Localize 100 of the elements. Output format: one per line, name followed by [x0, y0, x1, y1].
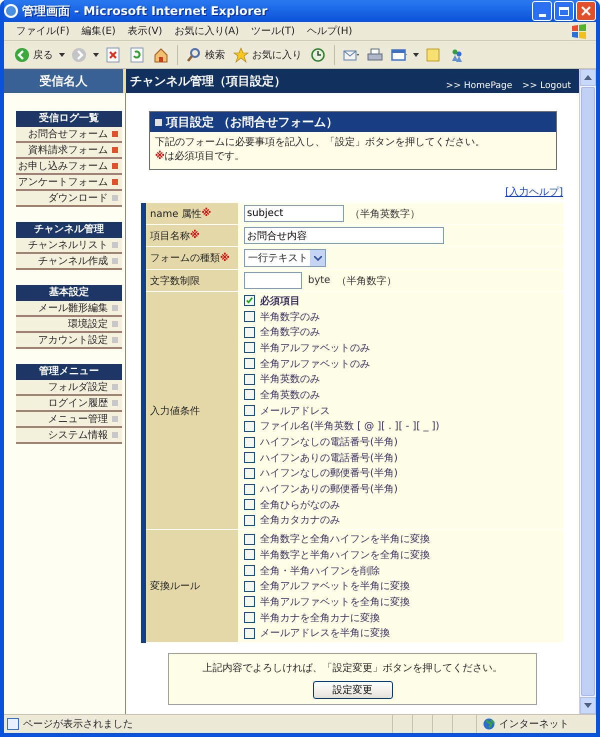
sidebar-item[interactable]: アンケートフォーム [16, 175, 122, 191]
checkbox[interactable] [244, 436, 255, 448]
menu-item[interactable]: 編集(E) [82, 24, 116, 38]
sidebar-item[interactable]: メニュー管理 [16, 412, 122, 428]
checkbox[interactable] [244, 452, 255, 464]
back-icon [14, 46, 30, 62]
search-button[interactable]: 検索 [184, 46, 227, 64]
caret-icon[interactable] [413, 52, 419, 56]
checkbox[interactable] [244, 358, 255, 370]
option-label: メールアドレス [260, 404, 330, 418]
sidebar-item[interactable]: 資料請求フォーム [16, 143, 122, 159]
menu-item[interactable]: 表示(V) [128, 24, 162, 38]
field-label: 変換ルール [146, 530, 238, 642]
page-icon [7, 718, 19, 730]
footer-message: 上記内容でよろしければ、「設定変更」ボタンを押してください。 [202, 662, 502, 676]
page-title: チャンネル管理（項目設定） [130, 72, 286, 90]
forward-icon [71, 46, 87, 62]
checkbox[interactable] [244, 468, 255, 479]
option-label: 全角アルファベットのみ [260, 358, 370, 371]
checkbox[interactable] [244, 374, 255, 385]
field-label: name 属性※ [146, 203, 238, 224]
sidebar-item[interactable]: ログイン履歴 [16, 396, 122, 412]
zone-label: インターネット [499, 718, 569, 731]
option-label: ハイフンなしの郵便番号(半角) [260, 466, 398, 480]
edit-icon [391, 46, 407, 62]
sidebar-item[interactable]: フォルダ設定 [16, 380, 122, 396]
checkbox[interactable] [244, 514, 255, 526]
site-name: 受信名人 [4, 69, 126, 93]
sidebar-item[interactable]: お問合せフォーム [16, 127, 122, 143]
option-label: ファイル名(半角英数 [ @ ][ . ][ - ][ _ ]) [260, 420, 440, 434]
printer-button[interactable] [365, 46, 385, 64]
option-label: 半角アルファベットを全角に変換 [260, 596, 410, 609]
form-type-dropdown[interactable]: 一行テキスト [244, 249, 326, 267]
checkbox[interactable] [244, 628, 255, 639]
option-label: 半角数字と半角ハイフンを全角に変換 [260, 548, 430, 562]
star-icon [233, 46, 249, 62]
checkbox[interactable] [244, 499, 255, 510]
down-arrow-icon[interactable] [584, 703, 592, 708]
sidebar-item[interactable]: お申し込みフォーム [16, 159, 122, 175]
menu-item[interactable]: ファイル(F) [16, 24, 70, 38]
option-label: 半角英数のみ [260, 372, 320, 386]
section-title: 受信ログ一覧 [16, 111, 122, 127]
menu-item[interactable]: ヘルプ(H) [306, 24, 352, 38]
checkbox[interactable] [244, 484, 255, 495]
checkbox[interactable] [244, 389, 255, 400]
menu-item[interactable]: お気に入り(A) [174, 24, 239, 38]
sidebar-item[interactable]: メール雛形編集 [16, 301, 122, 317]
sidebar-item[interactable]: システム情報 [16, 428, 122, 444]
printer-icon [367, 46, 383, 62]
sidebar-item[interactable]: チャンネルリスト [16, 238, 122, 254]
option-label: 全角ひらがなのみ [260, 498, 340, 512]
sidebar-item[interactable]: チャンネル作成 [16, 254, 122, 270]
checkbox[interactable] [244, 580, 255, 592]
caret-icon[interactable] [59, 52, 65, 56]
checkbox[interactable] [244, 534, 255, 545]
section-title: 基本設定 [16, 285, 122, 301]
sidebar-item[interactable]: 環境設定 [16, 317, 122, 333]
checkbox[interactable] [244, 612, 255, 624]
close-button[interactable] [576, 1, 596, 21]
up-arrow-icon[interactable] [584, 75, 592, 80]
option-label: ハイフンなしの電話番号(半角) [260, 436, 398, 450]
input-field[interactable] [244, 272, 302, 289]
menu-item[interactable]: ツール(T) [251, 24, 295, 38]
option-label: 全角数字と全角ハイフンを半角に変換 [260, 532, 430, 546]
minimize-button[interactable] [532, 1, 552, 21]
back-button[interactable]: 戻る [12, 46, 55, 64]
checkbox[interactable] [244, 549, 255, 560]
sidebar-item[interactable]: ダウンロード [16, 191, 122, 207]
checkbox[interactable] [244, 405, 255, 416]
checkbox[interactable] [244, 295, 255, 306]
option-label: 全角・半角ハイフンを削除 [260, 564, 380, 578]
header-link[interactable]: >> HomePage [446, 81, 512, 91]
sidebar-item[interactable]: アカウント設定 [16, 333, 122, 349]
star-button[interactable]: お気に入り [231, 46, 304, 64]
submit-button[interactable]: 設定変更 [312, 681, 392, 700]
checkbox[interactable] [244, 326, 255, 338]
refresh-icon [129, 46, 145, 62]
caret-icon[interactable] [93, 52, 99, 56]
hint-text: （半角英数字） [350, 208, 420, 220]
checkbox[interactable] [244, 342, 255, 354]
field-label: フォームの種類※ [146, 247, 238, 269]
checkbox[interactable] [244, 311, 255, 322]
maximize-button[interactable] [554, 1, 574, 21]
header-link[interactable]: >> Logout [522, 81, 571, 91]
note-icon [425, 46, 441, 62]
stop-icon [105, 46, 121, 62]
checkbox[interactable] [244, 596, 255, 608]
scrollbar[interactable] [579, 69, 596, 714]
input-field[interactable]: お問合せ内容 [244, 227, 444, 244]
field-label: 項目名称※ [146, 225, 238, 246]
caret-icon [314, 256, 322, 260]
option-label: 半角数字のみ [260, 310, 320, 324]
field-label: 入力値条件 [146, 292, 238, 530]
input-field[interactable]: subject [244, 205, 344, 222]
help-link[interactable]: [入力ヘルプ] [505, 187, 563, 198]
messenger-icon [449, 46, 465, 62]
checkbox[interactable] [244, 565, 255, 576]
option-label: ハイフンありの郵便番号(半角) [260, 482, 398, 496]
checkbox[interactable] [244, 420, 255, 432]
option-label: 全角アルファベットを半角に変換 [260, 580, 410, 594]
